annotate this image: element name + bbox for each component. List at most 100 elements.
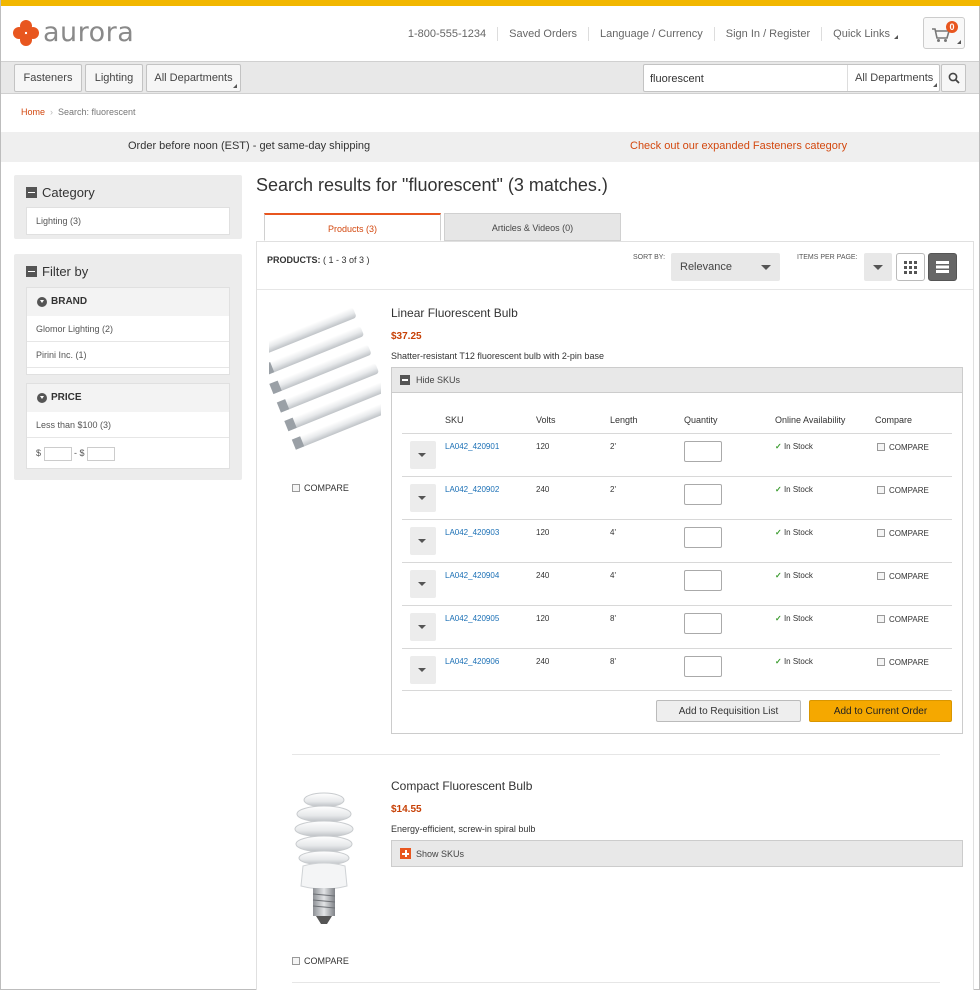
tab-products[interactable]: Products (3)	[264, 213, 441, 241]
sku-link[interactable]: LA042_420905	[445, 614, 499, 623]
sku-compare-label: COMPARE	[889, 529, 929, 538]
availability-text: In Stock	[783, 614, 813, 623]
sku-compare-checkbox[interactable]: COMPARE	[877, 443, 929, 452]
language-currency-link[interactable]: Language / Currency	[588, 27, 714, 41]
product-divider	[292, 982, 940, 983]
sku-toggle-label: Hide SKUs	[416, 375, 461, 385]
add-to-current-order-button[interactable]: Add to Current Order	[809, 700, 952, 722]
saved-orders-link[interactable]: Saved Orders	[497, 27, 588, 41]
sku-volts: 240	[536, 485, 550, 494]
breadcrumb-home[interactable]: Home	[21, 107, 45, 117]
search-department-select[interactable]: All Departments	[847, 65, 940, 91]
quantity-input[interactable]	[684, 570, 722, 591]
sku-compare-checkbox[interactable]: COMPARE	[877, 615, 929, 624]
sku-expand-button[interactable]	[410, 527, 436, 555]
collapse-icon	[400, 375, 410, 385]
product-compare-label: COMPARE	[304, 483, 349, 493]
list-view-button[interactable]	[928, 253, 957, 281]
sku-expand-button[interactable]	[410, 613, 436, 641]
cart-count-badge: 0	[946, 21, 958, 33]
compact-fluorescent-bulb-image[interactable]	[289, 790, 359, 935]
sku-expand-button[interactable]	[410, 656, 436, 684]
category-item-lighting[interactable]: Lighting (3)	[27, 208, 229, 234]
nav-lighting-label: Lighting	[94, 72, 134, 84]
nav-fasteners[interactable]: Fasteners	[14, 64, 82, 92]
sku-link[interactable]: LA042_420904	[445, 571, 499, 580]
aurora-logo[interactable]: aurora	[13, 19, 134, 46]
nav-lighting[interactable]: Lighting	[85, 64, 143, 92]
site-header: aurora 1-800-555-1234 Saved Orders Langu…	[1, 6, 979, 61]
sku-volts: 120	[536, 528, 550, 537]
sku-compare-checkbox[interactable]: COMPARE	[877, 572, 929, 581]
checkbox-icon	[877, 529, 885, 537]
sku-volts: 240	[536, 571, 550, 580]
quantity-input[interactable]	[684, 527, 722, 548]
items-per-page-select[interactable]	[864, 253, 892, 281]
cart-button[interactable]: 0	[923, 17, 965, 49]
brand-filter-heading[interactable]: BRAND	[27, 288, 229, 316]
sku-length: 8'	[610, 657, 616, 666]
sku-link[interactable]: LA042_420906	[445, 657, 499, 666]
brand-filter-title: BRAND	[51, 296, 88, 307]
sku-expand-button[interactable]	[410, 570, 436, 598]
search-button[interactable]	[941, 64, 966, 92]
checkbox-icon	[292, 484, 300, 492]
chevron-down-icon	[418, 668, 426, 672]
sign-in-register-link[interactable]: Sign In / Register	[713, 27, 821, 41]
sort-select[interactable]: Relevance	[671, 253, 780, 281]
availability-text: In Stock	[783, 528, 813, 537]
product-name[interactable]: Compact Fluorescent Bulb	[391, 779, 532, 793]
brand-option-pirini[interactable]: Pirini Inc. (1)	[27, 342, 229, 368]
show-skus-toggle[interactable]: Show SKUs	[391, 840, 963, 867]
category-list: Lighting (3)	[26, 207, 230, 235]
search-input[interactable]	[650, 70, 840, 87]
sku-compare-label: COMPARE	[889, 572, 929, 581]
chevron-down-icon	[37, 393, 47, 403]
grid-view-button[interactable]	[896, 253, 925, 281]
sku-compare-checkbox[interactable]: COMPARE	[877, 529, 929, 538]
filter-panel: Filter by BRAND Glomor Lighting (2) Piri…	[14, 254, 242, 480]
fasteners-promo-link[interactable]: Check out our expanded Fasteners categor…	[630, 140, 847, 152]
department-navbar: Fasteners Lighting All Departments All D…	[1, 61, 979, 94]
price-max-input[interactable]	[87, 446, 116, 461]
dropdown-corner-icon	[933, 83, 937, 87]
linear-fluorescent-bulb-image[interactable]	[269, 305, 381, 460]
sku-link[interactable]: LA042_420903	[445, 528, 499, 537]
quick-links-menu[interactable]: Quick Links	[821, 27, 909, 41]
checkbox-icon	[877, 443, 885, 451]
checkbox-icon	[877, 572, 885, 580]
sku-link[interactable]: LA042_420902	[445, 485, 499, 494]
price-option-under-100[interactable]: Less than $100 (3)	[27, 412, 229, 438]
brand-option-glomor[interactable]: Glomor Lighting (2)	[27, 316, 229, 342]
breadcrumb-separator: ›	[50, 107, 54, 117]
hide-skus-toggle[interactable]: Hide SKUs	[392, 368, 962, 393]
sku-compare-label: COMPARE	[889, 658, 929, 667]
nav-all-departments[interactable]: All Departments	[146, 64, 241, 92]
breadcrumb-current: Search: fluorescent	[58, 107, 136, 117]
quantity-input[interactable]	[684, 484, 722, 505]
price-to-prefix: - $	[74, 448, 85, 458]
chevron-down-icon	[873, 265, 883, 270]
price-filter-heading[interactable]: PRICE	[27, 384, 229, 412]
chevron-down-icon	[418, 453, 426, 457]
filter-heading: Filter by	[14, 263, 242, 281]
category-heading[interactable]: Category	[14, 184, 242, 202]
price-min-input[interactable]	[43, 446, 72, 461]
sku-link[interactable]: LA042_420901	[445, 442, 499, 451]
tab-articles-videos[interactable]: Articles & Videos (0)	[444, 213, 621, 241]
product-compare-checkbox[interactable]: COMPARE	[292, 483, 349, 493]
sku-compare-checkbox[interactable]: COMPARE	[877, 486, 929, 495]
sku-row: LA042_420905 120 8' ✓ In Stock COMPARE	[402, 605, 952, 648]
sort-label: SORT BY:	[633, 254, 666, 261]
quantity-input[interactable]	[684, 613, 722, 634]
quantity-input[interactable]	[684, 441, 722, 462]
chevron-down-icon	[418, 582, 426, 586]
quantity-input[interactable]	[684, 656, 722, 677]
product-compare-checkbox[interactable]: COMPARE	[292, 956, 349, 966]
add-to-requisition-list-button[interactable]: Add to Requisition List	[656, 700, 801, 722]
product-name[interactable]: Linear Fluorescent Bulb	[391, 306, 518, 320]
sku-expand-button[interactable]	[410, 441, 436, 469]
sku-compare-checkbox[interactable]: COMPARE	[877, 658, 929, 667]
sku-availability: ✓ In Stock	[775, 528, 813, 537]
sku-expand-button[interactable]	[410, 484, 436, 512]
